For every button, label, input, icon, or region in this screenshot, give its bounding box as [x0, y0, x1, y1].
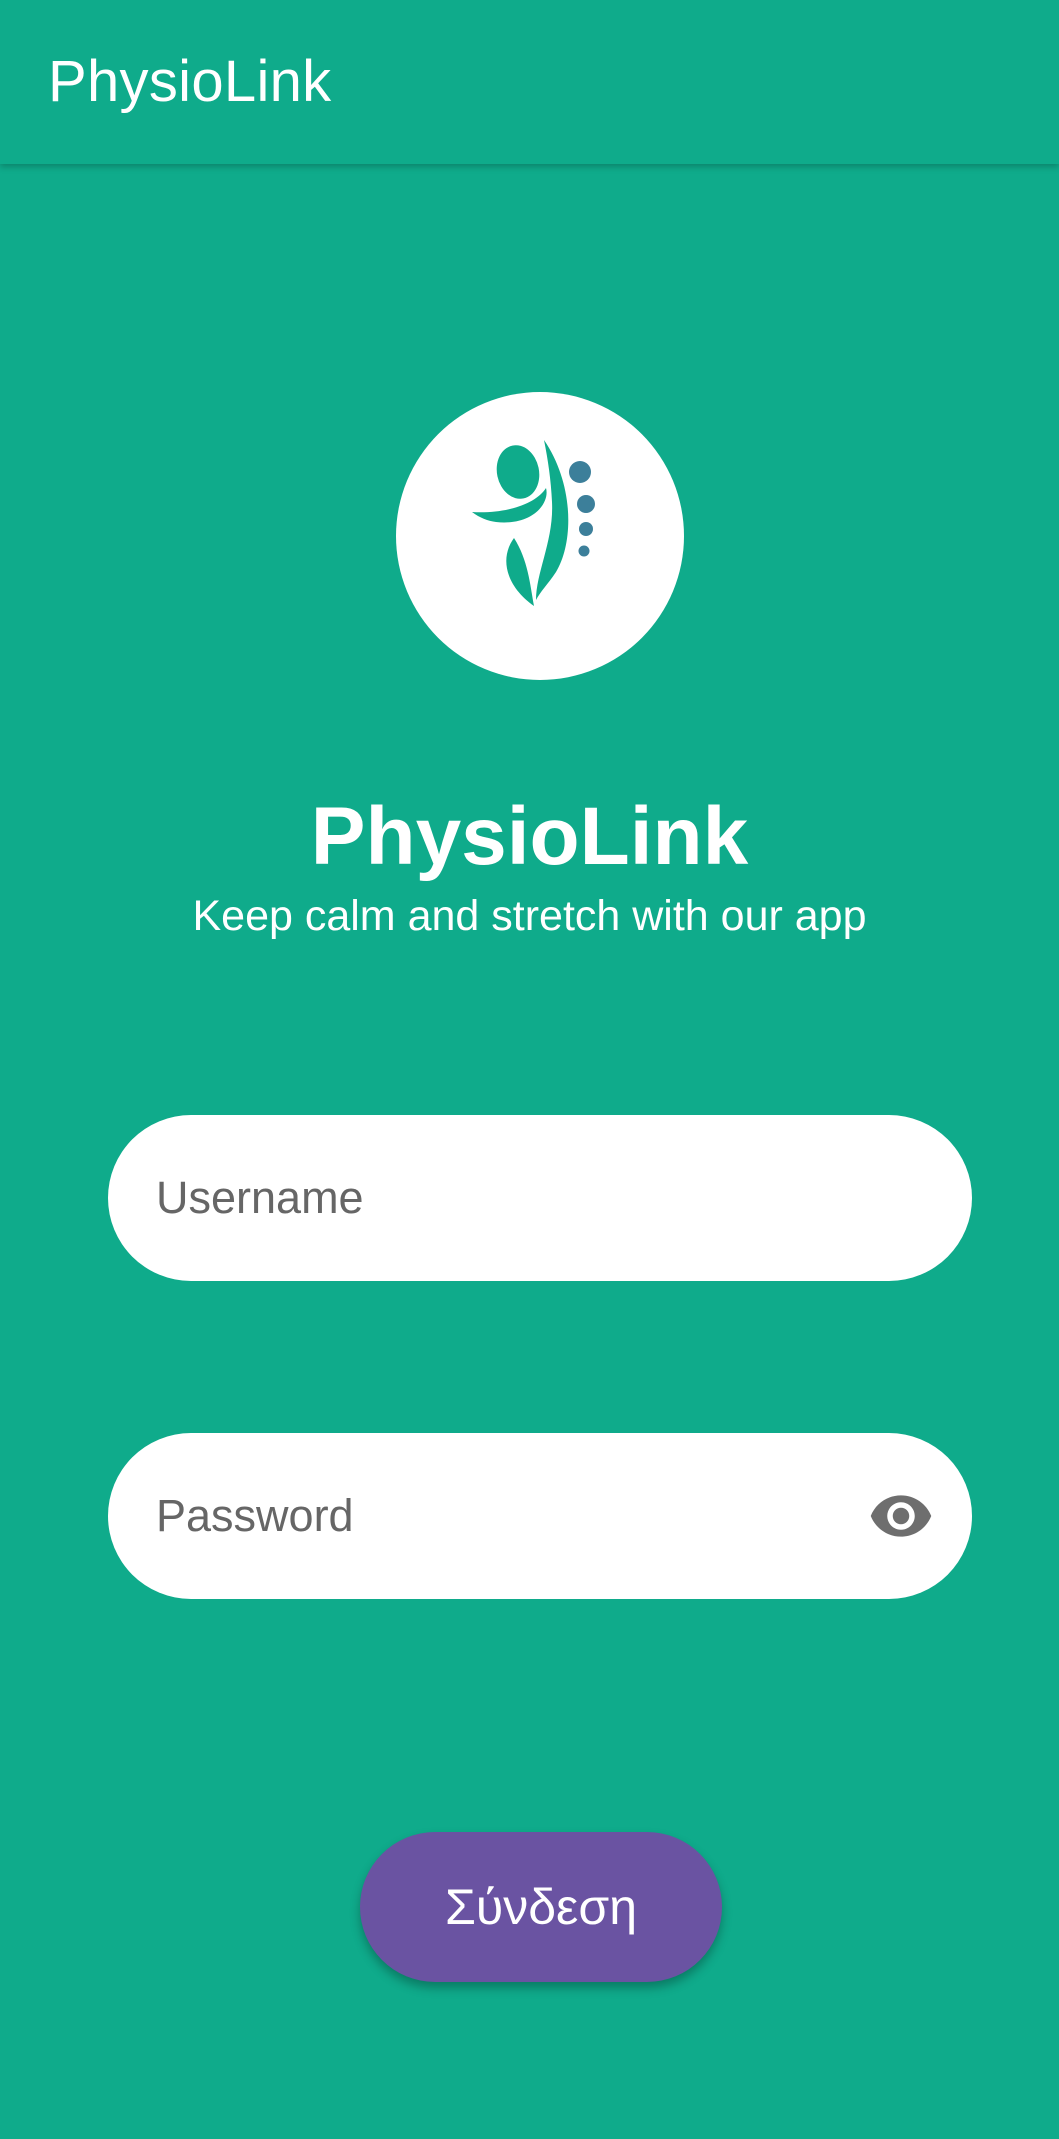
login-button[interactable]: Σύνδεση [360, 1832, 722, 1982]
password-input[interactable] [156, 1433, 856, 1599]
password-field[interactable] [108, 1433, 972, 1599]
app-bar: PhysioLink [0, 0, 1059, 164]
app-logo [396, 392, 684, 680]
brand-title: PhysioLink [310, 791, 749, 882]
username-input[interactable] [156, 1115, 856, 1281]
app-bar-title: PhysioLink [48, 49, 332, 114]
physio-figure-logo-icon [472, 440, 595, 606]
brand-tagline: Keep calm and stretch with our app [192, 892, 867, 940]
eye-icon[interactable] [866, 1483, 936, 1549]
username-field[interactable] [108, 1115, 972, 1281]
